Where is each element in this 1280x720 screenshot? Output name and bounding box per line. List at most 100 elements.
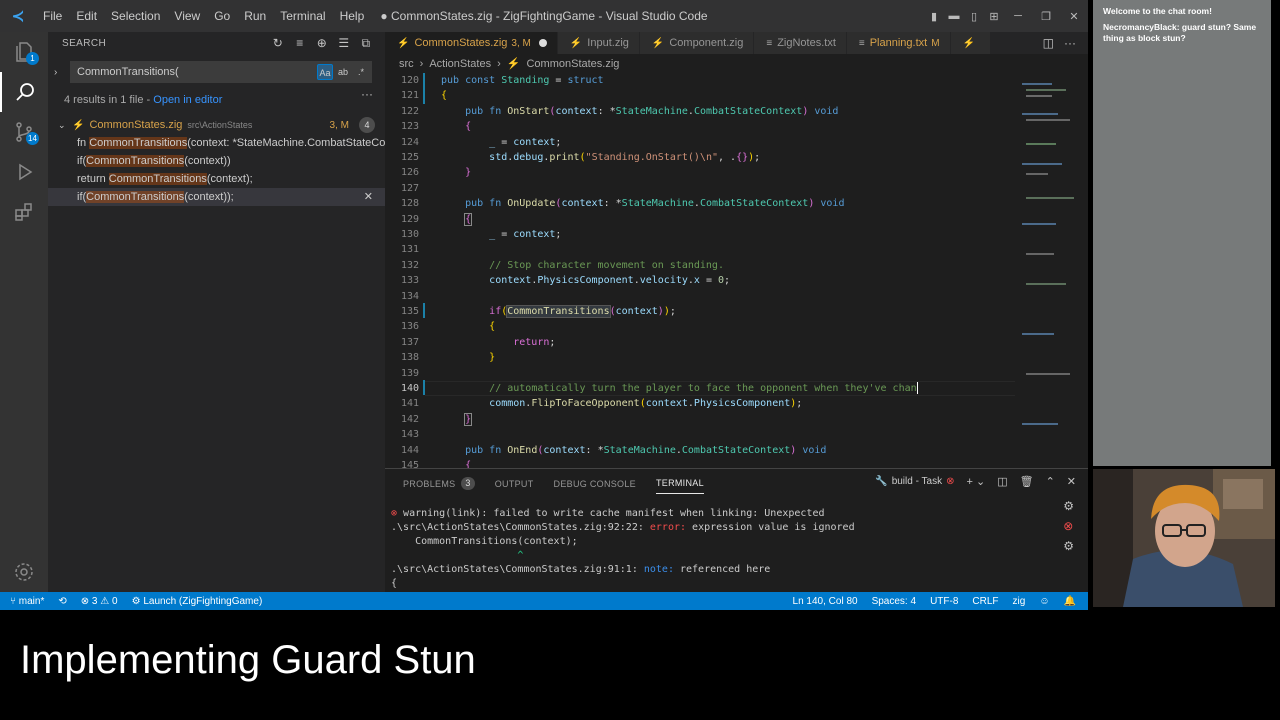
refresh-icon[interactable]: ↻: [271, 36, 285, 51]
line-ending[interactable]: CRLF: [972, 596, 998, 607]
status-bar: ⑂ main* ⟲ ⊗ 3 ⚠ 0 ⚙ Launch (ZigFightingG…: [0, 592, 1088, 610]
menu-file[interactable]: File: [36, 0, 69, 32]
code-line: {: [441, 90, 448, 102]
feedback-icon[interactable]: ☺: [1039, 596, 1049, 607]
menu-view[interactable]: View: [167, 0, 207, 32]
split-terminal-icon[interactable]: ◫: [997, 475, 1007, 488]
new-search-editor-icon[interactable]: ⊕: [315, 36, 329, 51]
toggle-secondary-sidebar-icon[interactable]: ▯: [964, 10, 984, 23]
terminal-error-label: error:: [649, 522, 693, 533]
encoding[interactable]: UTF-8: [930, 596, 958, 607]
menu-edit[interactable]: Edit: [69, 0, 104, 32]
unsaved-dot-icon[interactable]: [538, 39, 547, 47]
chat-welcome: Welcome to the chat room!: [1103, 6, 1212, 16]
dismiss-match-icon[interactable]: ✕: [364, 188, 373, 206]
source-control-icon[interactable]: 14: [0, 112, 48, 152]
maximize-button[interactable]: ❐: [1032, 10, 1060, 23]
minimize-button[interactable]: ─: [1004, 10, 1032, 22]
line-number: 130: [400, 229, 419, 240]
menu-selection[interactable]: Selection: [104, 0, 167, 32]
sidebar-header: SEARCH ↻ ≡ ⊕ ☰ ⧉: [48, 32, 385, 54]
panel-tabs: PROBLEMS 3 OUTPUT DEBUG CONSOLE TERMINAL: [403, 477, 704, 494]
use-regex-toggle[interactable]: .*: [353, 64, 369, 80]
launch-config[interactable]: ⚙ Launch (ZigFightingGame): [132, 596, 263, 607]
menu-run[interactable]: Run: [237, 0, 273, 32]
menu-bar: File Edit Selection View Go Run Terminal…: [36, 0, 371, 32]
tab-commonstates[interactable]: ⚡ CommonStates.zig 3, M: [385, 32, 558, 54]
tab-terminal[interactable]: TERMINAL: [655, 477, 704, 494]
explorer-icon[interactable]: 1: [0, 32, 48, 72]
line-number: 121: [400, 90, 419, 102]
terminal-instance-icon[interactable]: ⚙: [1063, 539, 1074, 553]
tab-debug-console[interactable]: DEBUG CONSOLE: [554, 477, 636, 494]
warning-count: 0: [112, 595, 118, 607]
customize-layout-icon[interactable]: ⊞: [984, 10, 1004, 23]
clear-results-icon[interactable]: ≡: [293, 36, 307, 51]
terminal-note-label: note:: [643, 564, 680, 575]
close-window-button[interactable]: ✕: [1060, 10, 1088, 23]
line-number: 143: [400, 429, 419, 441]
result-file-row[interactable]: ⌄ ⚡ CommonStates.zig src\ActionStates 3,…: [48, 116, 385, 134]
settings-gear-icon[interactable]: [0, 552, 48, 592]
tab-problems[interactable]: PROBLEMS 3: [403, 477, 475, 494]
indentation[interactable]: Spaces: 4: [872, 596, 916, 607]
split-editor-icon[interactable]: ◫: [1043, 36, 1054, 50]
search-input[interactable]: CommonTransitions( Aa ab .*: [70, 61, 372, 83]
open-in-editor-link[interactable]: Open in editor: [153, 94, 222, 106]
match-prefix: fn: [77, 137, 90, 149]
sync-icon[interactable]: ⟲: [58, 596, 66, 607]
zig-file-icon: ⚡: [569, 37, 583, 49]
collapse-all-icon[interactable]: ☰: [337, 36, 351, 51]
tab-output[interactable]: OUTPUT: [495, 477, 534, 494]
code-editor[interactable]: 120 pub const Standing = struct 121{ 122 …: [385, 73, 1015, 468]
menu-go[interactable]: Go: [207, 0, 237, 32]
tab-component[interactable]: ⚡ Component.zig: [639, 32, 755, 54]
maximize-panel-icon[interactable]: ⌃: [1046, 475, 1055, 488]
close-panel-icon[interactable]: ✕: [1067, 475, 1076, 488]
branch-status[interactable]: ⑂ main*: [10, 596, 44, 607]
chevron-down-icon[interactable]: ⌄: [58, 120, 72, 131]
tab-overflow[interactable]: ⚡: [950, 32, 991, 54]
vscode-window: ≺ File Edit Selection View Go Run Termin…: [0, 0, 1088, 610]
zig-file-icon: ⚡: [397, 37, 410, 49]
menu-terminal[interactable]: Terminal: [273, 0, 332, 32]
menu-help[interactable]: Help: [333, 0, 372, 32]
panel-actions: 🔧 build - Task ⊗ + ⌄ ◫ 🗑 ⌃ ✕: [875, 475, 1076, 488]
more-actions-icon[interactable]: ···: [1064, 36, 1076, 50]
breadcrumb-folder[interactable]: ActionStates: [429, 58, 491, 70]
tab-input[interactable]: ⚡ Input.zig: [557, 32, 640, 54]
minimap[interactable]: [1018, 73, 1078, 468]
toggle-panel-icon[interactable]: ▬: [944, 10, 964, 22]
run-debug-icon[interactable]: [0, 152, 48, 192]
search-match-row[interactable]: fn CommonTransitions(context: *StateMach…: [48, 134, 385, 152]
code-line: }: [489, 352, 496, 364]
terminal-instance-icon[interactable]: ⚙: [1063, 499, 1074, 513]
toggle-replace-chevron-icon[interactable]: ›: [54, 67, 66, 78]
kill-terminal-icon[interactable]: 🗑: [1020, 475, 1034, 488]
problems-status[interactable]: ⊗ 3 ⚠ 0: [81, 596, 118, 607]
extensions-icon[interactable]: [0, 192, 48, 232]
line-number: 125: [400, 152, 419, 163]
view-as-tree-icon[interactable]: ⧉: [359, 36, 373, 51]
new-terminal-icon[interactable]: + ⌄: [966, 475, 985, 488]
tab-planning[interactable]: ≡ Planning.txt M: [846, 32, 951, 54]
match-whole-word-toggle[interactable]: ab: [335, 64, 351, 80]
search-match-row-selected[interactable]: if(CommonTransitions(context)); ✕: [48, 188, 385, 206]
cursor-position[interactable]: Ln 140, Col 80: [793, 596, 858, 607]
video-caption: Implementing Guard Stun: [20, 638, 476, 682]
breadcrumb-src[interactable]: src: [399, 58, 414, 70]
search-match-row[interactable]: return CommonTransitions(context);: [48, 170, 385, 188]
breadcrumb-file[interactable]: CommonStates.zig: [526, 58, 619, 70]
match-case-toggle[interactable]: Aa: [317, 64, 333, 80]
search-match-row[interactable]: if(CommonTransitions(context)): [48, 152, 385, 170]
editor-scrollbar[interactable]: [1077, 73, 1087, 468]
toggle-sidebar-icon[interactable]: ▮: [924, 10, 944, 23]
search-icon[interactable]: [0, 72, 48, 112]
toggle-search-details-icon[interactable]: ···: [361, 87, 373, 101]
terminal-task-selector[interactable]: 🔧 build - Task ⊗: [875, 476, 954, 487]
language-mode[interactable]: zig: [1013, 596, 1026, 607]
terminal-output[interactable]: ⊗ warning(link): failed to write cache m…: [391, 507, 1041, 591]
tab-zignotes[interactable]: ≡ ZigNotes.txt: [754, 32, 847, 54]
notifications-bell-icon[interactable]: 🔔: [1064, 596, 1076, 607]
terminal-error-icon[interactable]: ⊗: [1063, 519, 1074, 533]
